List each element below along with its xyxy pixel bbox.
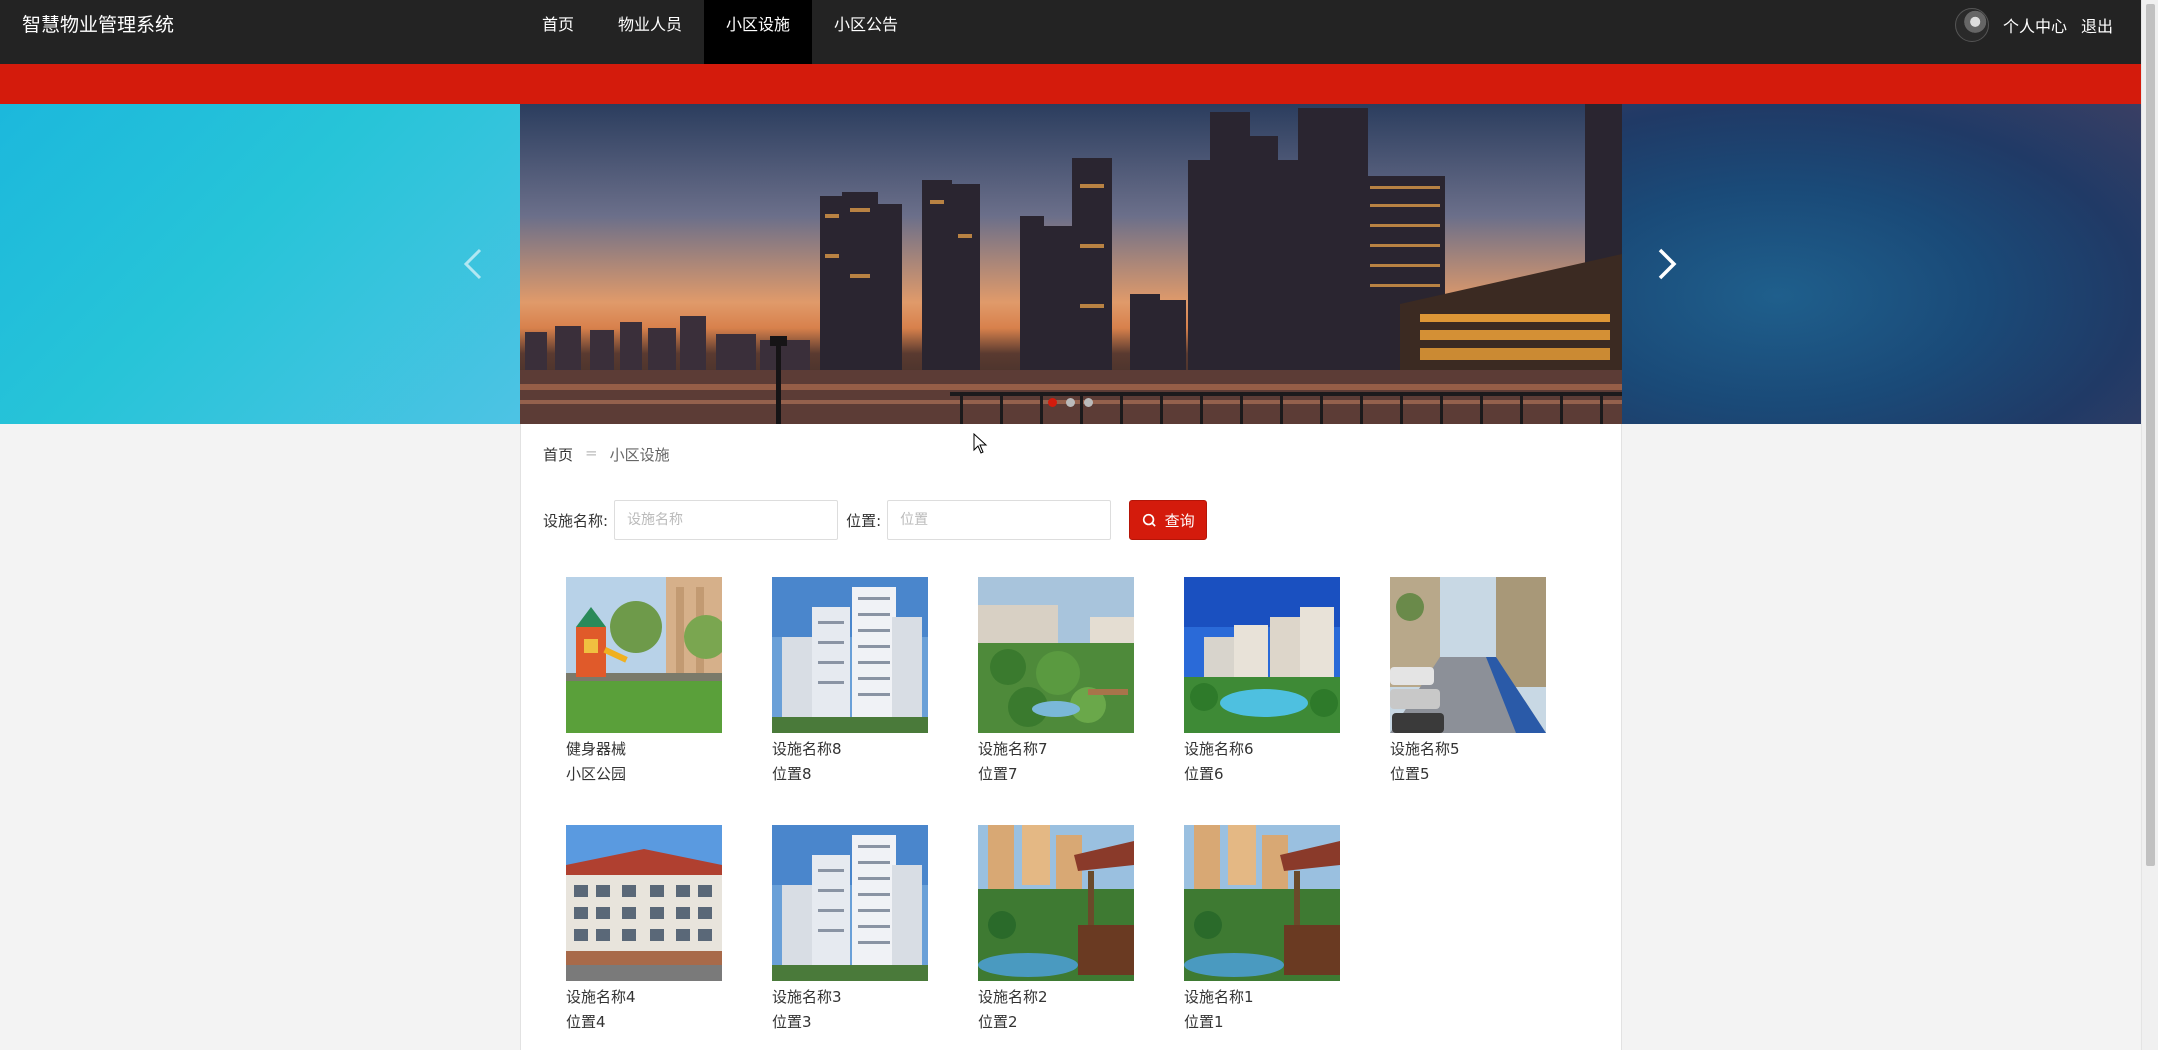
facility-name: 设施名称1 xyxy=(1184,988,1254,1006)
facility-location: 位置4 xyxy=(566,1013,606,1031)
banner-band xyxy=(0,64,2141,104)
location-label: 位置: xyxy=(846,511,882,530)
chevron-left-icon xyxy=(463,248,482,280)
user-area: 个人中心 退出 xyxy=(1954,0,2113,50)
top-navbar: 智慧物业管理系统 首页 物业人员 小区设施 小区公告 个人中心 退出 xyxy=(0,0,2141,64)
facility-card[interactable]: 设施名称4 位置4 xyxy=(566,825,726,1035)
facility-name: 设施名称8 xyxy=(772,740,842,758)
main-content: 首页 = 小区设施 设施名称: 位置: 查询 xyxy=(520,424,1622,1050)
facility-card[interactable]: 设施名称6 位置6 xyxy=(1184,577,1344,787)
facility-card[interactable]: 设施名称5 位置5 xyxy=(1390,577,1550,787)
facility-image xyxy=(1184,825,1340,981)
facility-name: 设施名称2 xyxy=(978,988,1048,1006)
nav-item-staff[interactable]: 物业人员 xyxy=(596,0,704,64)
facility-image xyxy=(772,825,928,981)
facility-image xyxy=(566,825,722,981)
carousel-indicators xyxy=(1048,398,1093,407)
facility-name: 设施名称5 xyxy=(1390,740,1460,758)
hero-left-backdrop xyxy=(0,104,520,424)
facility-card[interactable]: 设施名称2 位置2 xyxy=(978,825,1138,1035)
facility-image xyxy=(978,825,1134,981)
breadcrumb-home[interactable]: 首页 xyxy=(543,444,573,465)
nav-item-facilities[interactable]: 小区设施 xyxy=(704,0,813,64)
facility-card[interactable]: 设施名称7 位置7 xyxy=(978,577,1138,787)
search-button-label: 查询 xyxy=(1164,511,1195,530)
hero-right-backdrop xyxy=(1622,104,2141,424)
facility-card[interactable]: 设施名称1 位置1 xyxy=(1184,825,1344,1035)
facility-name-input[interactable] xyxy=(614,500,839,540)
facility-location: 位置6 xyxy=(1184,765,1224,783)
hero-carousel xyxy=(0,104,2141,424)
facility-location: 位置8 xyxy=(772,765,812,783)
facility-location: 位置2 xyxy=(978,1013,1018,1031)
hero-slide-image xyxy=(520,104,1622,424)
breadcrumb: 首页 = 小区设施 xyxy=(543,444,670,465)
user-center-link[interactable]: 个人中心 xyxy=(2003,13,2067,37)
facility-name: 设施名称7 xyxy=(978,740,1048,758)
chevron-right-icon xyxy=(1658,248,1677,280)
mouse-cursor-icon xyxy=(973,433,988,454)
location-input[interactable] xyxy=(887,500,1112,540)
facility-card[interactable]: 设施名称8 位置8 xyxy=(772,577,932,787)
facility-name-label: 设施名称: xyxy=(543,511,609,530)
search-button[interactable]: 查询 xyxy=(1129,500,1208,540)
facility-location: 小区公园 xyxy=(566,765,627,783)
main-nav: 首页 物业人员 小区设施 小区公告 xyxy=(520,0,920,64)
breadcrumb-current: 小区设施 xyxy=(609,446,670,464)
facility-image xyxy=(1390,577,1546,733)
logout-link[interactable]: 退出 xyxy=(2081,13,2113,37)
facility-image xyxy=(978,577,1134,733)
facility-name: 设施名称3 xyxy=(772,988,842,1006)
facility-location: 位置1 xyxy=(1184,1013,1224,1031)
page-scrollbar[interactable] xyxy=(2141,0,2158,1050)
facility-grid: 健身器械 小区公园 设施名称8 位置8 设施名称7 位置7 设施名称6 位置6 … xyxy=(566,577,1606,1035)
carousel-dot-2[interactable] xyxy=(1066,398,1075,407)
facility-image xyxy=(772,577,928,733)
carousel-dot-3[interactable] xyxy=(1084,398,1093,407)
facility-image xyxy=(566,577,722,733)
facility-name: 设施名称4 xyxy=(566,988,636,1006)
facility-card[interactable]: 设施名称3 位置3 xyxy=(772,825,932,1035)
search-form: 设施名称: 位置: 查询 xyxy=(543,500,1208,540)
carousel-next-arrow[interactable] xyxy=(1646,244,1686,284)
carousel-dot-1[interactable] xyxy=(1048,398,1057,407)
breadcrumb-separator: = xyxy=(585,444,598,462)
facility-name: 健身器械 xyxy=(566,740,627,758)
scrollbar-thumb[interactable] xyxy=(2146,4,2155,866)
facility-location: 位置3 xyxy=(772,1013,812,1031)
facility-location: 位置5 xyxy=(1390,765,1430,783)
facility-card[interactable]: 健身器械 小区公园 xyxy=(566,577,726,787)
nav-item-notices[interactable]: 小区公告 xyxy=(812,0,920,64)
facility-name: 设施名称6 xyxy=(1184,740,1254,758)
facility-image xyxy=(1184,577,1340,733)
avatar[interactable] xyxy=(1954,8,1989,42)
facility-location: 位置7 xyxy=(978,765,1018,783)
carousel-prev-arrow[interactable] xyxy=(454,244,494,284)
nav-item-home[interactable]: 首页 xyxy=(520,0,596,64)
app-title: 智慧物业管理系统 xyxy=(22,14,175,36)
search-icon xyxy=(1142,513,1156,527)
